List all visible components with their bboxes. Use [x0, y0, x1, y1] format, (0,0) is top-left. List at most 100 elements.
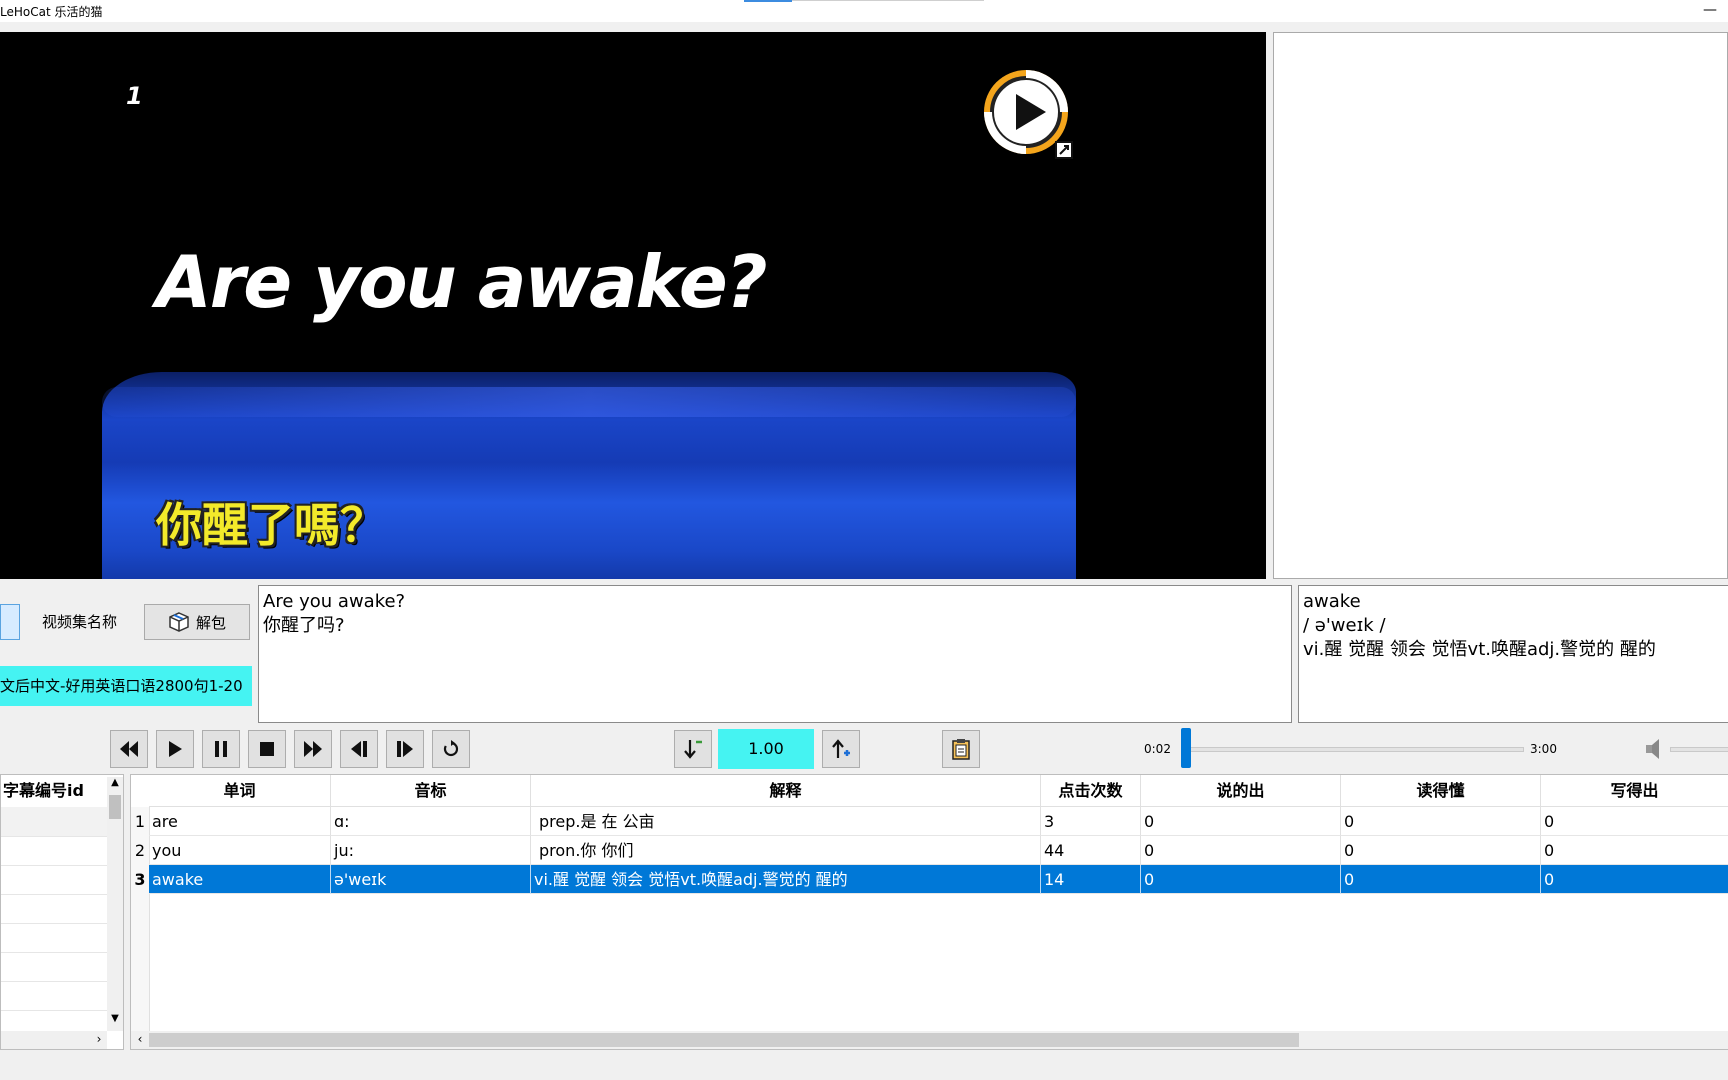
- play-button[interactable]: [156, 730, 194, 768]
- collection-name-label: 视频集名称: [42, 613, 118, 631]
- cell-definition[interactable]: vi.醒 觉醒 领会 觉悟vt.唤醒adj.警觉的 醒的: [531, 865, 1041, 894]
- cell-definition[interactable]: pron.你 你们: [531, 836, 1041, 865]
- title-tab-divider: [792, 0, 984, 1]
- fast-forward-button[interactable]: [294, 730, 332, 768]
- subtitle-id-header: 字幕编号id: [1, 775, 109, 808]
- volume-slider[interactable]: [1670, 747, 1728, 752]
- cell-word[interactable]: are: [149, 807, 331, 836]
- video-subtitle-chinese: 你醒了嗎？: [156, 498, 386, 552]
- stop-button[interactable]: [248, 730, 286, 768]
- cell-can-write[interactable]: 0: [1541, 836, 1728, 865]
- cell-can-speak[interactable]: 0: [1141, 836, 1341, 865]
- list-item[interactable]: [1, 952, 107, 982]
- row-number: 2: [134, 841, 146, 860]
- column-header-can-write[interactable]: 写得出: [1541, 775, 1728, 807]
- play-icon: [166, 740, 184, 758]
- list-scroll-thumb[interactable]: [109, 795, 121, 819]
- rewind-button[interactable]: [110, 730, 148, 768]
- column-header-can-read[interactable]: 读得懂: [1341, 775, 1541, 807]
- video-clip-number: 1: [126, 82, 143, 110]
- fast-forward-icon: [302, 740, 324, 758]
- repeat-button[interactable]: [432, 730, 470, 768]
- scroll-right-icon[interactable]: ›: [91, 1032, 107, 1048]
- cell-can-read[interactable]: 0: [1341, 807, 1541, 836]
- pause-icon: [213, 740, 229, 758]
- box-icon: [168, 611, 190, 633]
- column-header-clicks[interactable]: 点击次数: [1041, 775, 1141, 807]
- stop-icon: [259, 741, 275, 757]
- repeat-icon: [442, 740, 460, 758]
- cell-clicks[interactable]: 3: [1041, 807, 1141, 836]
- seek-bar[interactable]: [1182, 747, 1524, 752]
- scroll-left-icon[interactable]: ‹: [133, 1032, 147, 1048]
- cell-can-speak[interactable]: 0: [1141, 807, 1341, 836]
- video-background-wave-highlight: [102, 387, 1076, 417]
- next-sentence-icon: [395, 740, 415, 758]
- cell-phonetic[interactable]: ju:: [331, 836, 531, 865]
- unpack-button[interactable]: 解包: [144, 604, 250, 640]
- playback-speed-display[interactable]: 1.00: [718, 729, 814, 769]
- seek-thumb[interactable]: [1180, 728, 1191, 768]
- arrow-down-speed-icon: [682, 738, 704, 760]
- table-scroll-thumb[interactable]: [149, 1033, 1299, 1047]
- scroll-up-icon[interactable]: ▲: [107, 777, 123, 793]
- column-header-phonetic[interactable]: 音标: [331, 775, 531, 807]
- collection-name-value[interactable]: 文后中文-好用英语口语2800句1-20: [0, 666, 252, 706]
- list-item[interactable]: [1, 865, 107, 895]
- total-time: 3:00: [1530, 742, 1557, 756]
- sentence-textbox[interactable]: Are you awake? 你醒了吗?: [258, 585, 1292, 723]
- pause-button[interactable]: [202, 730, 240, 768]
- word-table[interactable]: 单词 音标 解释 点击次数 说的出 读得懂 写得出 1 are ɑ: prep.…: [130, 774, 1728, 1050]
- title-bar: [0, 0, 1728, 22]
- prev-sentence-icon: [349, 740, 369, 758]
- word-detail-definition: vi.醒 觉醒 领会 觉悟vt.唤醒adj.警觉的 醒的: [1303, 639, 1656, 660]
- speed-down-button[interactable]: [674, 730, 712, 768]
- sentence-chinese: 你醒了吗?: [263, 615, 345, 636]
- status-bar: [0, 1050, 1728, 1080]
- column-header-can-speak[interactable]: 说的出: [1141, 775, 1341, 807]
- play-circle-logo-icon: [980, 66, 1076, 162]
- cell-can-write[interactable]: 0: [1541, 807, 1728, 836]
- cell-word[interactable]: you: [149, 836, 331, 865]
- column-header-definition[interactable]: 解释: [531, 775, 1041, 807]
- next-sentence-button[interactable]: [386, 730, 424, 768]
- cell-can-read[interactable]: 0: [1341, 836, 1541, 865]
- rewind-icon: [118, 740, 140, 758]
- row-number: 1: [134, 812, 146, 831]
- list-item[interactable]: [1, 807, 107, 837]
- minimize-icon[interactable]: —: [1700, 2, 1720, 18]
- current-time: 0:02: [1144, 742, 1171, 756]
- list-item[interactable]: [1, 836, 107, 866]
- list-item[interactable]: [1, 981, 107, 1011]
- word-detail-textbox[interactable]: awake / ə'weɪk / vi.醒 觉醒 领会 觉悟vt.唤醒adj.警…: [1298, 585, 1728, 723]
- cell-definition[interactable]: prep.是 在 公亩: [531, 807, 1041, 836]
- word-detail-word: awake: [1303, 591, 1361, 612]
- clipboard-icon: [950, 738, 972, 760]
- cell-phonetic[interactable]: ɑ:: [331, 807, 531, 836]
- right-blank-panel: [1273, 32, 1728, 579]
- cell-word[interactable]: awake: [149, 865, 331, 894]
- collection-selector[interactable]: [0, 604, 20, 640]
- cell-clicks[interactable]: 44: [1041, 836, 1141, 865]
- arrow-up-speed-icon: [830, 738, 852, 760]
- cell-can-read[interactable]: 0: [1341, 865, 1541, 894]
- list-item[interactable]: [1, 923, 107, 953]
- speed-up-button[interactable]: [822, 730, 860, 768]
- speaker-icon[interactable]: [1644, 736, 1666, 762]
- cell-can-write[interactable]: 0: [1541, 865, 1728, 894]
- unpack-button-label: 解包: [195, 613, 226, 632]
- clipboard-button[interactable]: [942, 730, 980, 768]
- scroll-down-icon[interactable]: ▼: [107, 1013, 123, 1029]
- cell-phonetic[interactable]: ə'weɪk: [331, 865, 531, 894]
- title-tab-indicator: [744, 0, 792, 2]
- cell-can-speak[interactable]: 0: [1141, 865, 1341, 894]
- word-detail-phonetic: / ə'weɪk /: [1303, 615, 1386, 636]
- window-title: LeHoCat 乐活的猫: [0, 5, 103, 19]
- column-header-word[interactable]: 单词: [149, 775, 331, 807]
- list-item[interactable]: [1, 894, 107, 924]
- subtitle-id-list[interactable]: 字幕编号id ▲ ▼ ›: [0, 774, 124, 1050]
- sentence-english: Are you awake?: [263, 591, 406, 612]
- cell-clicks[interactable]: 14: [1041, 865, 1141, 894]
- video-player[interactable]: 1 Are you awake? 你醒了嗎？: [0, 32, 1266, 579]
- prev-sentence-button[interactable]: [340, 730, 378, 768]
